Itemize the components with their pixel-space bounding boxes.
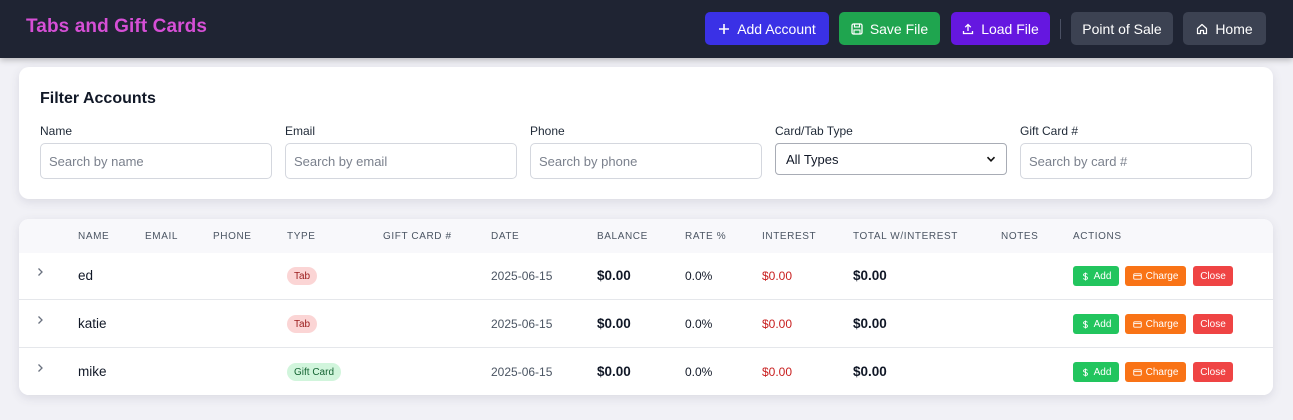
charge-button[interactable]: Charge (1125, 266, 1186, 286)
point-of-sale-label: Point of Sale (1082, 20, 1162, 37)
load-file-button[interactable]: Load File (951, 12, 1050, 45)
dollar-icon (1082, 367, 1088, 377)
dollar-icon (1082, 271, 1088, 281)
filter-panel: Filter Accounts Name Email Phone Card/Ta… (19, 67, 1273, 199)
chevron-right-icon[interactable] (35, 363, 45, 373)
credit-card-icon (1132, 272, 1142, 280)
account-rate: 0.0% (685, 317, 713, 331)
chevron-right-icon[interactable] (35, 315, 45, 325)
account-balance: $0.00 (597, 364, 631, 379)
close-account-button[interactable]: Close (1193, 266, 1233, 286)
dollar-icon (1082, 319, 1088, 329)
point-of-sale-button[interactable]: Point of Sale (1071, 12, 1173, 45)
account-interest: $0.00 (762, 365, 793, 379)
column-header-phone: Phone (213, 231, 252, 242)
add-funds-button[interactable]: Add (1073, 266, 1119, 286)
account-rate: 0.0% (685, 365, 713, 379)
chevron-down-icon (986, 156, 996, 162)
column-header-balance: Balance (597, 231, 648, 242)
account-name: mike (78, 364, 107, 379)
home-icon (1197, 23, 1208, 34)
account-name: ed (78, 268, 94, 283)
account-total: $0.00 (853, 268, 887, 283)
add-funds-button[interactable]: Add (1073, 362, 1119, 382)
close-account-button[interactable]: Close (1193, 314, 1233, 334)
account-name: katie (78, 316, 107, 331)
account-balance: $0.00 (597, 316, 631, 331)
close-account-label: Close (1200, 318, 1226, 330)
charge-button[interactable]: Charge (1125, 362, 1186, 382)
close-account-label: Close (1200, 366, 1226, 378)
floppy-disk-icon (851, 22, 863, 35)
credit-card-icon (1132, 368, 1142, 376)
type-badge: Tab (287, 315, 318, 333)
account-date: 2025-06-15 (491, 269, 553, 283)
account-rate: 0.0% (685, 269, 713, 283)
account-total: $0.00 (853, 364, 887, 379)
phone-search-input[interactable] (530, 143, 762, 179)
charge-label: Charge (1145, 270, 1179, 282)
gift-card-search-input[interactable] (1020, 143, 1252, 179)
add-funds-label: Add (1093, 318, 1112, 330)
column-header-name: Name (78, 231, 110, 242)
table-row: mike Gift Card 2025-06-15 $0.00 0.0% $0.… (19, 349, 1273, 395)
column-header-actions: Actions (1073, 231, 1122, 242)
type-select[interactable]: All Types (775, 143, 1007, 175)
app-header: Tabs and Gift Cards Add Account Save Fil… (0, 0, 1293, 58)
type-badge: Gift Card (287, 363, 342, 381)
header-divider (1060, 19, 1061, 39)
account-date: 2025-06-15 (491, 317, 553, 331)
charge-label: Charge (1145, 366, 1179, 378)
home-button[interactable]: Home (1183, 12, 1266, 45)
close-account-button[interactable]: Close (1193, 362, 1233, 382)
type-label: Card/Tab Type (775, 124, 853, 138)
close-account-label: Close (1200, 270, 1226, 282)
add-funds-button[interactable]: Add (1073, 314, 1119, 334)
column-header-interest: Interest (762, 231, 817, 242)
table-row: katie Tab 2025-06-15 $0.00 0.0% $0.00 $0… (19, 301, 1273, 348)
app-title: Tabs and Gift Cards (26, 16, 208, 37)
table-header: Name Email Phone Type Gift Card # Date B… (19, 219, 1273, 253)
account-date: 2025-06-15 (491, 365, 553, 379)
plus-icon (719, 23, 730, 34)
save-file-label: Save File (869, 20, 929, 37)
name-label: Name (40, 124, 73, 138)
column-header-type: Type (287, 231, 316, 242)
add-account-button[interactable]: Add Account (705, 12, 829, 45)
chevron-right-icon[interactable] (35, 267, 45, 277)
column-header-gift-card: Gift Card # (383, 231, 452, 242)
add-account-label: Add Account (737, 20, 816, 37)
gift-card-label: Gift Card # (1020, 124, 1079, 138)
account-total: $0.00 (853, 316, 887, 331)
home-label: Home (1215, 20, 1253, 37)
column-header-notes: Notes (1001, 231, 1039, 242)
charge-label: Charge (1145, 318, 1179, 330)
save-file-button[interactable]: Save File (839, 12, 940, 45)
account-balance: $0.00 (597, 268, 631, 283)
column-header-rate: Rate % (685, 231, 727, 242)
table-row: ed Tab 2025-06-15 $0.00 0.0% $0.00 $0.00… (19, 253, 1273, 300)
email-search-input[interactable] (285, 143, 517, 179)
column-header-email: Email (145, 231, 179, 242)
load-file-label: Load File (981, 20, 1039, 37)
upload-icon (963, 23, 974, 34)
column-header-total: Total w/Interest (853, 231, 958, 242)
accounts-table: Name Email Phone Type Gift Card # Date B… (19, 219, 1273, 395)
type-select-value: All Types (786, 151, 839, 167)
charge-button[interactable]: Charge (1125, 314, 1186, 334)
filter-title: Filter Accounts (40, 90, 156, 107)
add-funds-label: Add (1093, 270, 1112, 282)
column-header-date: Date (491, 231, 520, 242)
name-search-input[interactable] (40, 143, 272, 179)
email-label: Email (285, 124, 316, 138)
account-interest: $0.00 (762, 269, 793, 283)
add-funds-label: Add (1093, 366, 1112, 378)
phone-label: Phone (530, 124, 565, 138)
type-badge: Tab (287, 267, 318, 285)
credit-card-icon (1132, 320, 1142, 328)
account-interest: $0.00 (762, 317, 793, 331)
